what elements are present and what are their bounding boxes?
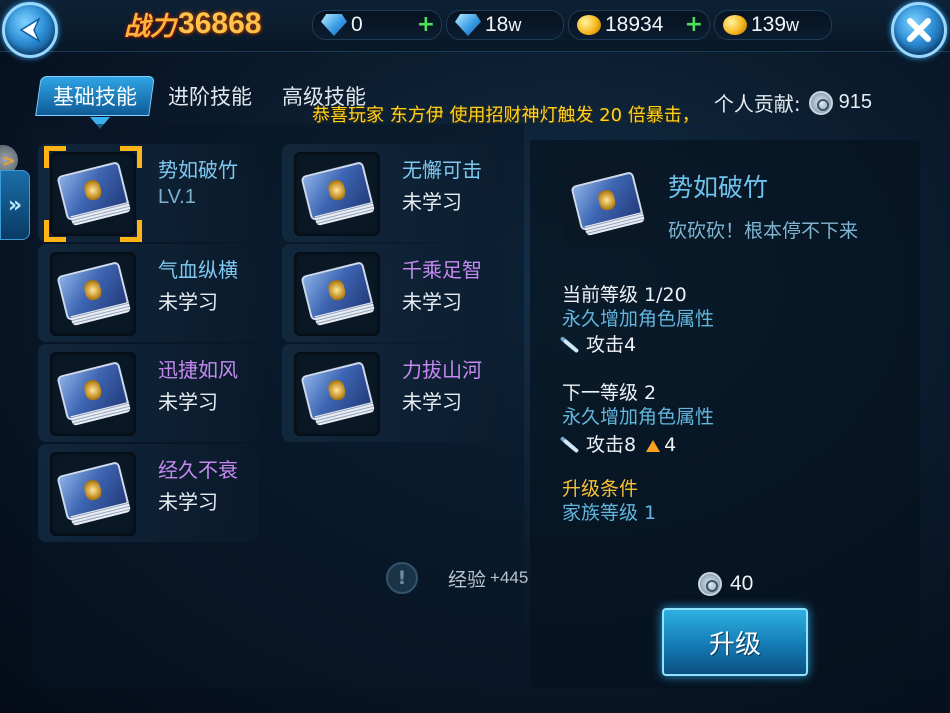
skill-name: 无懈可击: [402, 158, 482, 182]
contribution-label: 个人贡献:: [713, 92, 801, 116]
skill-name: 千乘足智: [402, 258, 482, 282]
current-stat-text: 攻击4: [586, 334, 637, 356]
skill-card-2[interactable]: 气血纵横 未学习: [38, 244, 258, 342]
detail-icon-frame: [564, 162, 650, 246]
detail-skill-description: 砍砍砍！根本停不下来: [668, 220, 859, 242]
skill-icon-frame: [294, 352, 380, 436]
combat-power-value: 36868: [178, 7, 262, 40]
skill-name: 势如破竹: [158, 158, 238, 182]
tab-advanced-skills-label: 进阶技能: [168, 85, 252, 109]
bound-gold-counter: 139 w: [714, 10, 832, 40]
bound-diamond-icon: [455, 14, 481, 36]
current-stat: 攻击4: [562, 330, 636, 357]
experience-value: +445: [490, 568, 529, 587]
skill-status: 未学习: [158, 490, 218, 514]
skill-name: 力拔山河: [402, 358, 482, 382]
current-level: 当前等级 1/20: [562, 284, 687, 306]
increase-arrow-icon: [646, 439, 661, 452]
diamond-value: 0: [351, 13, 363, 36]
gold-coin-icon: [577, 15, 601, 35]
bound-diamond-value: 18: [485, 13, 509, 36]
add-diamond-button[interactable]: +: [417, 14, 435, 36]
skill-level: LV.1: [158, 186, 196, 208]
info-icon[interactable]: !: [386, 562, 418, 594]
next-stat: 攻击8 4: [562, 430, 676, 457]
current-effect: 永久增加角色属性: [562, 308, 715, 330]
skill-name: 迅捷如风: [158, 358, 238, 382]
bound-diamond-suffix: w: [508, 14, 522, 35]
skill-book-icon: [56, 461, 132, 529]
skill-status: 未学习: [402, 290, 462, 314]
skill-status: 未学习: [402, 390, 462, 414]
skill-list-panel: 势如破竹 LV.1 无懈可击 未学习 气血纵横 未学习 千乘足智 未学习 迅捷如…: [32, 124, 524, 688]
tab-basic-skills[interactable]: 基础技能: [35, 76, 155, 116]
combat-power-label: 战力: [124, 11, 177, 42]
gold-counter: 18934 +: [568, 10, 710, 40]
skill-status: 未学习: [158, 290, 218, 314]
skill-name: 经久不衰: [158, 458, 238, 482]
skill-icon-frame: [50, 352, 136, 436]
attack-sword-icon: [562, 338, 580, 353]
skill-book-icon: [570, 171, 646, 239]
skill-book-icon: [56, 161, 132, 229]
diamond-counter: 0 +: [312, 10, 442, 40]
upgrade-cost: 40: [698, 572, 753, 596]
contribution-badge-icon: [808, 90, 833, 115]
side-expand-tab[interactable]: »: [0, 170, 30, 240]
bound-gold-icon: [723, 15, 747, 35]
tab-advanced-skills[interactable]: 进阶技能: [154, 76, 266, 116]
skill-status: 未学习: [402, 190, 462, 214]
skill-book-icon: [300, 361, 376, 429]
back-arrow-icon: [19, 17, 41, 43]
skill-book-icon: [56, 261, 132, 329]
gold-value: 18934: [605, 13, 664, 36]
skill-card-0[interactable]: 势如破竹 LV.1: [38, 144, 258, 242]
contribution-badge-icon: [698, 572, 722, 596]
top-bar: 战力 36868 0 + 18 w 18934 + 139 w: [0, 0, 950, 58]
skill-card-1[interactable]: 无懈可击 未学习: [282, 144, 502, 242]
skill-icon-frame: [294, 252, 380, 336]
bound-gold-value: 139: [751, 13, 787, 36]
skill-book-icon: [56, 361, 132, 429]
next-level: 下一等级 2: [562, 382, 657, 404]
diamond-icon: [321, 14, 347, 36]
skill-card-3[interactable]: 千乘足智 未学习: [282, 244, 502, 342]
skill-status: 未学习: [158, 390, 218, 414]
skill-icon-frame: [50, 152, 136, 236]
next-stat-text: 攻击8: [586, 434, 637, 456]
upgrade-cost-value: 40: [730, 572, 754, 595]
tab-basic-skills-label: 基础技能: [53, 85, 137, 109]
experience-row: ! 经验 +445: [386, 562, 528, 594]
next-effect: 永久增加角色属性: [562, 406, 715, 428]
personal-contribution: 个人贡献: 915: [714, 88, 872, 117]
skill-name: 气血纵横: [158, 258, 238, 282]
skill-icon-frame: [294, 152, 380, 236]
skill-card-6[interactable]: 经久不衰 未学习: [38, 444, 258, 542]
skill-card-5[interactable]: 力拔山河 未学习: [282, 344, 502, 442]
attack-sword-icon: [562, 438, 580, 453]
bound-gold-suffix: w: [786, 14, 800, 35]
experience-label: 经验: [448, 568, 487, 591]
requirement-text: 家族等级 1: [562, 502, 657, 524]
contribution-value: 915: [838, 91, 872, 113]
back-button[interactable]: [2, 2, 58, 58]
next-stat-increase: 4: [664, 434, 677, 456]
skill-card-4[interactable]: 迅捷如风 未学习: [38, 344, 258, 442]
detail-skill-name: 势如破竹: [668, 173, 769, 202]
skill-book-icon: [300, 261, 376, 329]
combat-power: 战力 36868: [124, 6, 261, 42]
upgrade-button[interactable]: 升级: [662, 608, 808, 676]
close-icon: [907, 18, 931, 42]
skill-icon-frame: [50, 252, 136, 336]
close-button[interactable]: [891, 2, 947, 58]
bound-diamond-counter: 18 w: [446, 10, 564, 40]
add-gold-button[interactable]: +: [685, 14, 703, 36]
skill-icon-frame: [50, 452, 136, 536]
skill-book-icon: [300, 161, 376, 229]
requirement-title: 升级条件: [562, 478, 639, 500]
skill-detail-panel: 势如破竹 砍砍砍！根本停不下来 当前等级 1/20 永久增加角色属性 攻击4 下…: [530, 140, 920, 688]
